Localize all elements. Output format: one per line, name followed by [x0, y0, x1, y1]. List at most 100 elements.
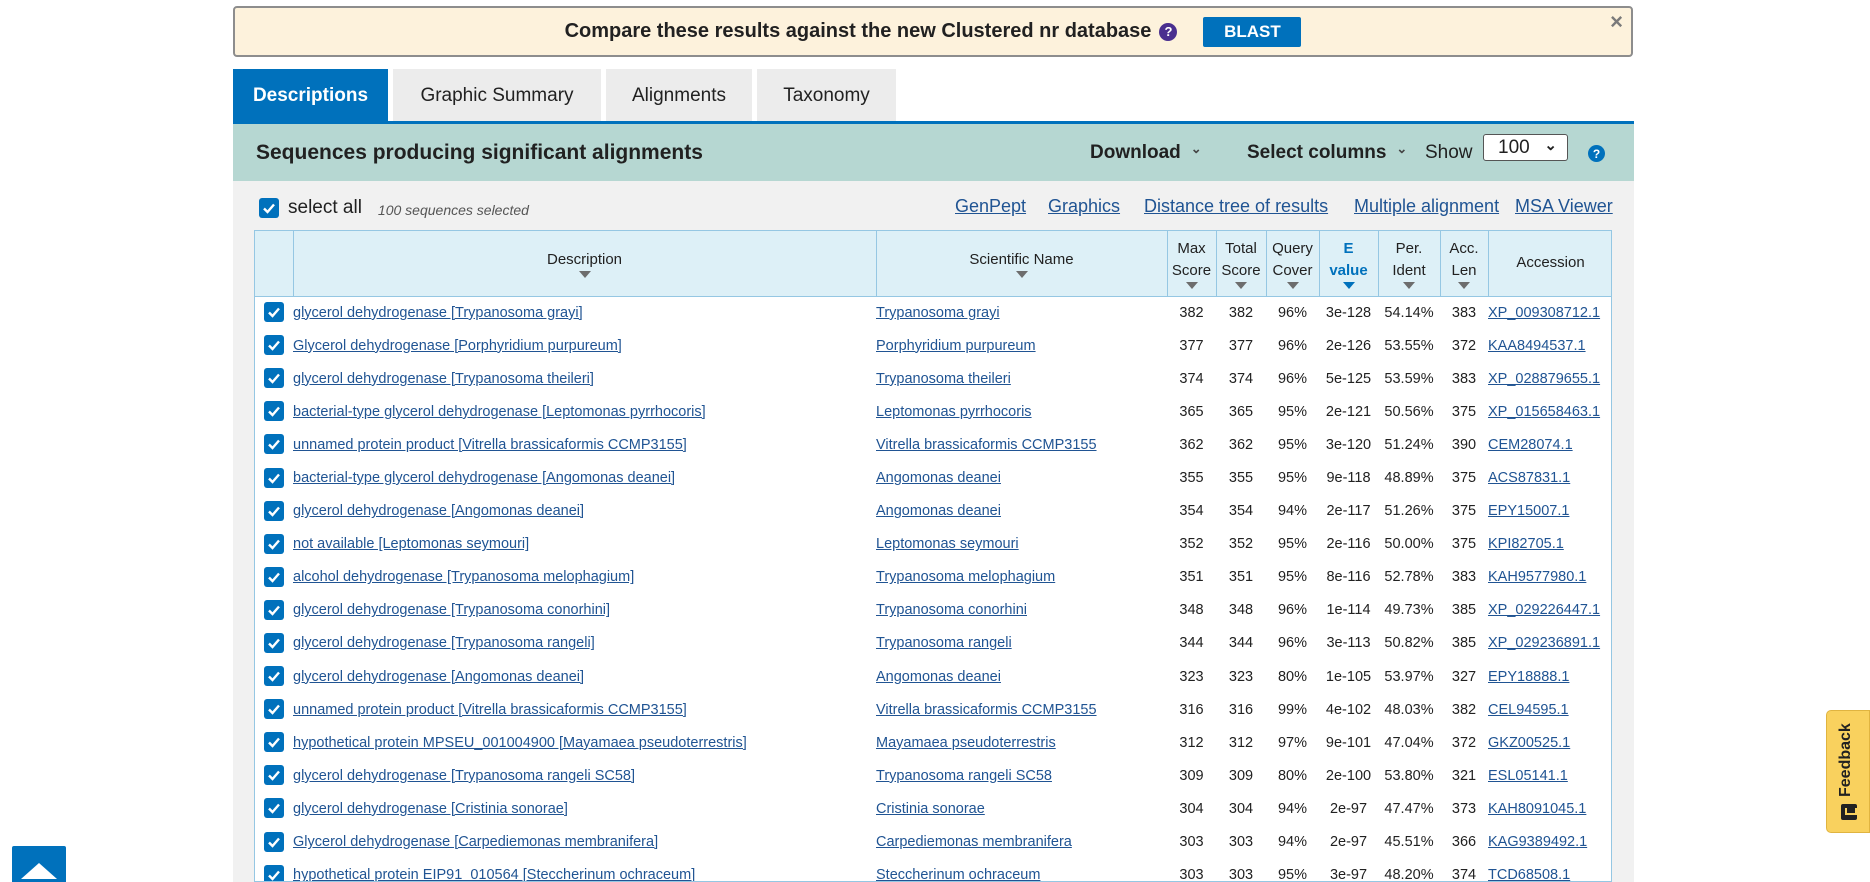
header-max-score[interactable]: Max Score [1167, 231, 1217, 297]
row-checkbox[interactable] [264, 401, 284, 422]
row-scientific-name[interactable]: Angomonas deanei [876, 660, 1167, 693]
distance-tree-link[interactable]: Distance tree of results [1144, 196, 1328, 217]
tab-alignments[interactable]: Alignments [606, 69, 752, 122]
row-description[interactable]: glycerol dehydrogenase [Trypanosoma gray… [293, 296, 876, 329]
row-checkbox[interactable] [264, 533, 284, 554]
tab-graphic-summary[interactable]: Graphic Summary [393, 69, 601, 122]
row-accession[interactable]: GKZ00525.1 [1488, 726, 1611, 759]
row-description[interactable]: unnamed protein product [Vitrella brassi… [293, 693, 876, 726]
sort-arrow-icon[interactable] [1342, 281, 1355, 289]
row-checkbox[interactable] [264, 566, 284, 587]
sort-arrow-icon[interactable] [1286, 281, 1299, 289]
row-accession[interactable]: CEL94595.1 [1488, 693, 1611, 726]
row-accession[interactable]: KAA8494537.1 [1488, 329, 1611, 362]
row-scientific-name[interactable]: Carpediemonas membranifera [876, 826, 1167, 859]
row-scientific-name[interactable]: Trypanosoma conorhini [876, 594, 1167, 627]
row-accession[interactable]: XP_028879655.1 [1488, 362, 1611, 395]
row-scientific-name[interactable]: Leptomonas seymouri [876, 528, 1167, 561]
row-checkbox[interactable] [264, 467, 284, 488]
scroll-to-top-icon[interactable] [12, 846, 66, 882]
multiple-alignment-link[interactable]: Multiple alignment [1354, 196, 1499, 217]
row-description[interactable]: Glycerol dehydrogenase [Porphyridium pur… [293, 329, 876, 362]
row-description[interactable]: bacterial-type glycerol dehydrogenase [A… [293, 461, 876, 494]
row-accession[interactable]: XP_015658463.1 [1488, 395, 1611, 428]
row-scientific-name[interactable]: Trypanosoma theileri [876, 362, 1167, 395]
row-accession[interactable]: CEM28074.1 [1488, 428, 1611, 461]
row-description[interactable]: unnamed protein product [Vitrella brassi… [293, 428, 876, 461]
sort-arrow-icon[interactable] [1015, 270, 1028, 278]
row-description[interactable]: not available [Leptomonas seymouri] [293, 528, 876, 561]
header-acc-len[interactable]: Acc. Len [1440, 231, 1489, 297]
sort-arrow-icon[interactable] [1458, 281, 1470, 289]
row-accession[interactable]: ACS87831.1 [1488, 461, 1611, 494]
row-accession[interactable]: EPY15007.1 [1488, 495, 1611, 528]
row-accession[interactable]: XP_029236891.1 [1488, 627, 1611, 660]
row-checkbox[interactable] [264, 368, 284, 389]
sort-arrow-icon[interactable] [1235, 281, 1247, 289]
row-accession[interactable]: ESL05141.1 [1488, 759, 1611, 792]
row-checkbox[interactable] [264, 500, 284, 521]
row-accession[interactable]: KAG9389492.1 [1488, 826, 1611, 859]
row-scientific-name[interactable]: Angomonas deanei [876, 495, 1167, 528]
row-description[interactable]: hypothetical protein EIP91_010564 [Stecc… [293, 859, 876, 881]
row-checkbox[interactable] [264, 765, 284, 786]
row-checkbox[interactable] [264, 798, 284, 819]
row-description[interactable]: glycerol dehydrogenase [Trypanosoma cono… [293, 594, 876, 627]
row-description[interactable]: glycerol dehydrogenase [Trypanosoma rang… [293, 627, 876, 660]
row-checkbox[interactable] [264, 732, 284, 753]
help-icon[interactable]: ? [1588, 145, 1605, 162]
row-checkbox[interactable] [264, 864, 284, 881]
row-accession[interactable]: EPY18888.1 [1488, 660, 1611, 693]
header-description[interactable]: Description [293, 231, 877, 297]
row-description[interactable]: glycerol dehydrogenase [Angomonas deanei… [293, 660, 876, 693]
row-scientific-name[interactable]: Cristinia sonorae [876, 792, 1167, 825]
download-menu[interactable]: Download ⌄ [1090, 141, 1202, 164]
header-accession[interactable]: Accession [1488, 231, 1611, 297]
genpept-link[interactable]: GenPept [955, 196, 1026, 217]
help-icon[interactable]: ? [1159, 22, 1178, 41]
row-description[interactable]: hypothetical protein MPSEU_001004900 [Ma… [293, 726, 876, 759]
blast-button[interactable]: BLAST [1203, 16, 1302, 47]
row-scientific-name[interactable]: Vitrella brassicaformis CCMP3155 [876, 693, 1167, 726]
row-scientific-name[interactable]: Trypanosoma melophagium [876, 561, 1167, 594]
header-query-cover[interactable]: Query Cover [1266, 231, 1320, 297]
header-total-score[interactable]: Total Score [1216, 231, 1267, 297]
feedback-button[interactable]: Feedback [1826, 710, 1870, 833]
row-accession[interactable]: XP_009308712.1 [1488, 296, 1611, 329]
header-per-ident[interactable]: Per. Ident [1378, 231, 1441, 297]
sort-arrow-icon[interactable] [578, 270, 591, 278]
row-description[interactable]: glycerol dehydrogenase [Cristinia sonora… [293, 792, 876, 825]
row-description[interactable]: bacterial-type glycerol dehydrogenase [L… [293, 395, 876, 428]
row-accession[interactable]: XP_029226447.1 [1488, 594, 1611, 627]
row-checkbox[interactable] [264, 831, 284, 852]
row-description[interactable]: Glycerol dehydrogenase [Carpediemonas me… [293, 826, 876, 859]
row-checkbox[interactable] [264, 335, 284, 356]
row-checkbox[interactable] [264, 599, 284, 620]
row-accession[interactable]: TCD68508.1 [1488, 859, 1611, 881]
select-columns-menu[interactable]: Select columns ⌄ [1247, 141, 1407, 164]
header-e-value[interactable]: Evalue [1319, 231, 1379, 297]
row-accession[interactable]: KAH9577980.1 [1488, 561, 1611, 594]
row-description[interactable]: glycerol dehydrogenase [Trypanosoma rang… [293, 759, 876, 792]
tab-descriptions[interactable]: Descriptions [233, 69, 388, 122]
row-description[interactable]: glycerol dehydrogenase [Trypanosoma thei… [293, 362, 876, 395]
sort-arrow-icon[interactable] [1185, 281, 1198, 289]
row-description[interactable]: glycerol dehydrogenase [Angomonas deanei… [293, 495, 876, 528]
row-scientific-name[interactable]: Mayamaea pseudoterrestris [876, 726, 1167, 759]
row-scientific-name[interactable]: Trypanosoma grayi [876, 296, 1167, 329]
tab-taxonomy[interactable]: Taxonomy [757, 69, 896, 122]
row-checkbox[interactable] [264, 699, 284, 720]
row-scientific-name[interactable]: Trypanosoma rangeli [876, 627, 1167, 660]
row-accession[interactable]: KPI82705.1 [1488, 528, 1611, 561]
row-accession[interactable]: KAH8091045.1 [1488, 792, 1611, 825]
sort-arrow-icon[interactable] [1403, 281, 1415, 289]
row-checkbox[interactable] [264, 632, 284, 653]
msa-viewer-link[interactable]: MSA Viewer [1515, 196, 1613, 217]
select-all-checkbox[interactable] [259, 198, 279, 218]
row-checkbox[interactable] [264, 434, 284, 455]
show-count-select[interactable]: 100 ⌄ [1483, 134, 1568, 161]
row-checkbox[interactable] [264, 666, 284, 687]
row-scientific-name[interactable]: Porphyridium purpureum [876, 329, 1167, 362]
close-icon[interactable]: × [1610, 9, 1623, 35]
graphics-link[interactable]: Graphics [1048, 196, 1120, 217]
